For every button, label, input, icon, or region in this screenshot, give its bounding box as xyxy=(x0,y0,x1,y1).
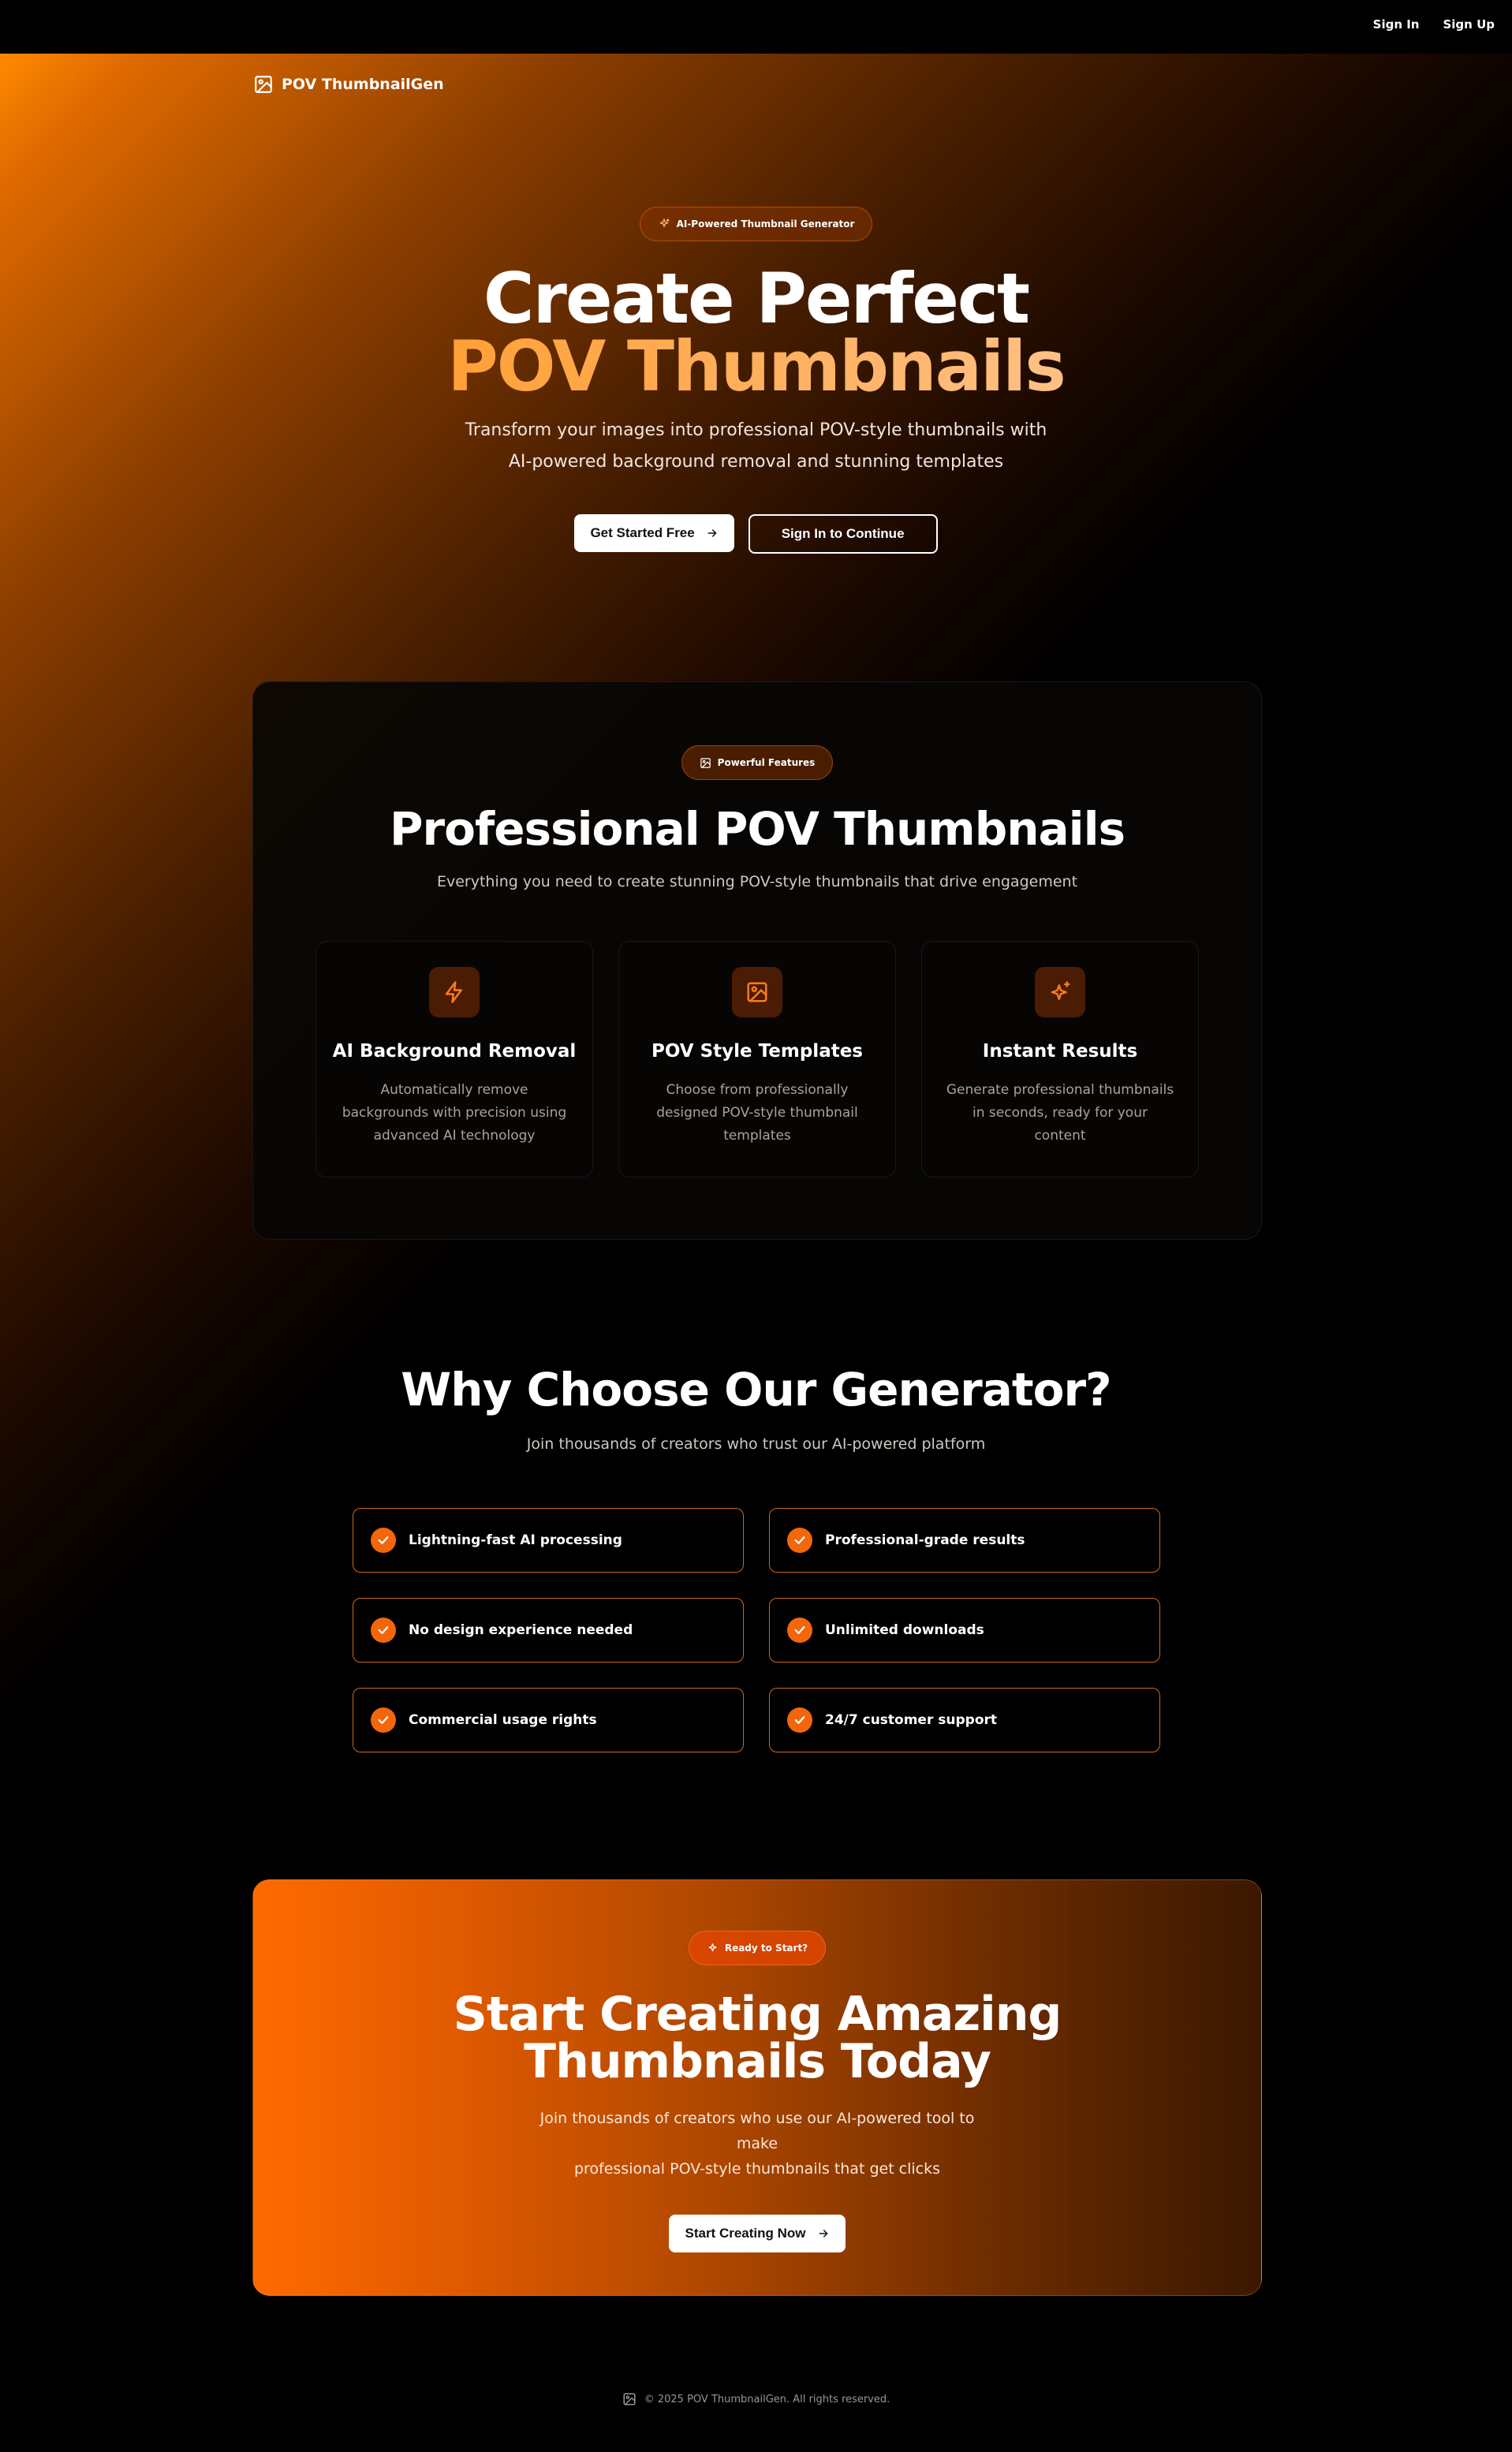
hero-badge-label: AI-Powered Thumbnail Generator xyxy=(676,218,855,230)
cta-text-line1: Join thousands of creators who use our A… xyxy=(539,2110,975,2152)
check-icon xyxy=(371,1707,396,1733)
sparkles-icon xyxy=(1051,981,1070,1000)
benefit-label: Lightning-fast AI processing xyxy=(409,1532,622,1548)
feature-card: POV Style Templates Choose from professi… xyxy=(618,941,896,1177)
hero-title: Create Perfect POV Thumbnails xyxy=(0,258,1512,401)
feature-card-title: Instant Results xyxy=(982,1041,1138,1062)
benefit-item: Professional-grade results xyxy=(769,1508,1160,1573)
check-icon xyxy=(371,1618,396,1643)
sparkles-icon xyxy=(659,218,670,227)
feature-icon-box xyxy=(732,967,782,1017)
feature-card-title: POV Style Templates xyxy=(651,1041,863,1062)
feature-card-description: Choose from professionally designed POV-… xyxy=(656,1082,858,1144)
benefit-label: 24/7 customer support xyxy=(825,1712,998,1728)
feature-cards: AI Background Removal Automatically remo… xyxy=(253,941,1261,1177)
hero-subtitle: Transform your images into professional … xyxy=(0,415,1512,478)
arrow-right-icon xyxy=(707,529,717,537)
feature-card-description: Generate professional thumbnails in seco… xyxy=(946,1082,1174,1144)
benefit-item: No design experience needed xyxy=(353,1598,744,1663)
features-badge-label: Powerful Features xyxy=(717,757,816,768)
image-icon xyxy=(623,2393,636,2405)
hero-badge: AI-Powered Thumbnail Generator xyxy=(639,207,873,241)
cta-title-line2: Thumbnails Today xyxy=(524,2034,991,2089)
check-icon xyxy=(787,1528,812,1553)
features-subtitle: Everything you need to create stunning P… xyxy=(436,873,1078,890)
check-icon xyxy=(371,1528,396,1553)
benefit-label: No design experience needed xyxy=(409,1622,633,1638)
brand-name: POV ThumbnailGen xyxy=(282,76,444,93)
hero-subtitle-line1: Transform your images into professional … xyxy=(465,420,1047,440)
benefit-label: Professional-grade results xyxy=(825,1532,1025,1548)
image-icon xyxy=(747,982,767,1002)
check-icon xyxy=(787,1707,812,1733)
hero-title-line1: Create Perfect xyxy=(483,258,1030,339)
cta-title: Start Creating Amazing Thumbnails Today xyxy=(253,1991,1261,2085)
zap-icon xyxy=(445,981,462,1003)
benefit-label: Unlimited downloads xyxy=(825,1622,984,1638)
cta-badge: Ready to Start? xyxy=(688,1931,827,1965)
features-section: Powerful Features Professional POV Thumb… xyxy=(252,681,1262,1240)
get-started-button[interactable]: Get Started Free xyxy=(574,514,734,552)
cta-badge-label: Ready to Start? xyxy=(724,1943,808,1954)
hero-subtitle-line2: AI-powered background removal and stunni… xyxy=(508,452,1004,472)
sparkle-icon xyxy=(708,1943,717,1951)
features-title: Professional POV Thumbnails xyxy=(390,802,1126,856)
why-subtitle: Join thousands of creators who trust our… xyxy=(526,1435,986,1453)
check-icon xyxy=(787,1618,812,1643)
cta-text: Join thousands of creators who use our A… xyxy=(521,2106,994,2181)
benefit-item: Lightning-fast AI processing xyxy=(353,1508,744,1573)
start-creating-button[interactable]: Start Creating Now xyxy=(669,2215,846,2252)
benefit-item: 24/7 customer support xyxy=(769,1688,1160,1752)
benefit-label: Commercial usage rights xyxy=(409,1712,597,1728)
why-section: Why Choose Our Generator? Join thousands… xyxy=(0,1363,1512,1752)
sign-in-continue-button[interactable]: Sign In to Continue xyxy=(748,514,938,554)
image-icon xyxy=(700,757,711,768)
cta-section: Ready to Start? Start Creating Amazing T… xyxy=(252,1879,1262,2296)
feature-card-description: Automatically remove backgrounds with pr… xyxy=(342,1082,567,1144)
cta-text-line2: professional POV-style thumbnails that g… xyxy=(573,2160,941,2178)
feature-card: Instant Results Generate professional th… xyxy=(921,941,1199,1177)
sign-up-link[interactable]: Sign Up xyxy=(1443,17,1495,32)
feature-card: AI Background Removal Automatically remo… xyxy=(315,941,593,1177)
features-badge: Powerful Features xyxy=(681,745,834,780)
hero-section: AI-Powered Thumbnail Generator Create Pe… xyxy=(0,207,1512,554)
feature-icon-box xyxy=(429,967,480,1017)
start-creating-label: Start Creating Now xyxy=(685,2226,806,2241)
arrow-right-icon xyxy=(819,2230,827,2237)
image-icon xyxy=(255,76,272,93)
brand[interactable]: POV ThumbnailGen xyxy=(253,74,444,95)
benefit-item: Commercial usage rights xyxy=(353,1688,744,1752)
hero-cta-group: Get Started Free Sign In to Continue xyxy=(0,514,1512,554)
sign-in-link[interactable]: Sign In xyxy=(1373,17,1420,32)
hero-title-line2: POV Thumbnails xyxy=(0,332,1512,401)
why-title: Why Choose Our Generator? xyxy=(401,1363,1111,1416)
benefit-item: Unlimited downloads xyxy=(769,1598,1160,1663)
feature-card-title: AI Background Removal xyxy=(332,1041,577,1062)
footer: © 2025 POV ThumbnailGen. All rights rese… xyxy=(0,2392,1512,2406)
feature-icon-box xyxy=(1035,967,1085,1017)
footer-copyright: © 2025 POV ThumbnailGen. All rights rese… xyxy=(644,2393,890,2405)
auth-links: Sign In Sign Up xyxy=(1373,17,1495,32)
get-started-label: Get Started Free xyxy=(590,525,695,540)
benefits-grid: Lightning-fast AI processing Professiona… xyxy=(353,1508,1160,1752)
top-nav: Sign In Sign Up xyxy=(0,0,1512,54)
